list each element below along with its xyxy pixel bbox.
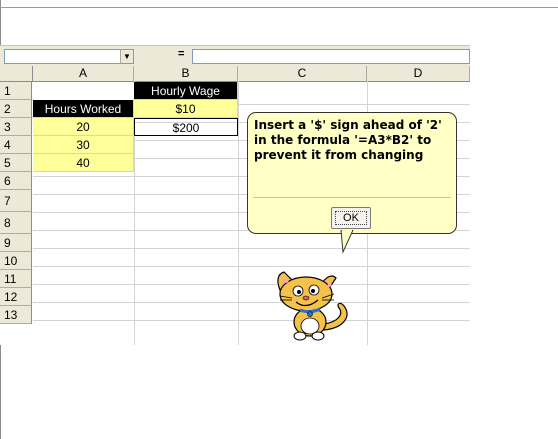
cell-a2[interactable]: Hours Worked [33,100,134,118]
row-header-7[interactable]: 7 [0,190,32,212]
cell-a3[interactable]: 20 [33,118,134,136]
ok-button[interactable]: OK [331,207,371,229]
row-header-8[interactable]: 8 [0,212,32,234]
formula-bar: ▼ = [0,45,470,67]
cell-b1[interactable]: Hourly Wage [134,82,238,100]
row-header-13[interactable]: 13 [0,306,32,324]
row-header-5[interactable]: 5 [0,154,32,172]
focus-ring [335,211,367,225]
formula-equals-label: = [178,48,185,60]
cell-a5[interactable]: 40 [33,154,134,172]
column-header-a[interactable]: A [33,66,134,81]
cell-b2[interactable]: $10 [134,100,238,118]
select-all-corner[interactable] [0,66,33,81]
grid-line [238,81,239,345]
grid-line [33,248,470,249]
formula-input[interactable] [192,49,470,64]
column-header-row: A B C D [0,66,470,82]
row-header-6[interactable]: 6 [0,172,32,190]
grid-line [33,284,470,285]
row-header-10[interactable]: 10 [0,252,32,270]
speech-bubble: Insert a '$' sign ahead of '2' in the fo… [247,112,457,234]
column-header-c[interactable]: C [238,66,367,81]
assistant-message: Insert a '$' sign ahead of '2' in the fo… [254,118,442,162]
assistant-callout: Insert a '$' sign ahead of '2' in the fo… [247,112,457,254]
grid-line [33,320,470,321]
grid-line [33,302,470,303]
callout-divider [253,197,451,198]
row-header-1[interactable]: 1 [0,82,32,100]
name-box[interactable]: ▼ [4,49,134,64]
row-header-11[interactable]: 11 [0,270,32,288]
row-header-12[interactable]: 12 [0,288,32,306]
row-header-2[interactable]: 2 [0,100,32,118]
cat-assistant-icon[interactable] [266,264,356,344]
column-header-b[interactable]: B [134,66,238,81]
toolbar-divider [0,7,558,8]
row-header-3[interactable]: 3 [0,118,32,136]
column-header-d[interactable]: D [367,66,470,81]
grid-line [33,266,470,267]
speech-bubble-tail-icon [340,230,354,254]
row-header-9[interactable]: 9 [0,234,32,252]
row-header-4[interactable]: 4 [0,136,32,154]
name-box-dropdown-icon[interactable]: ▼ [120,50,133,63]
cell-a4[interactable]: 30 [33,136,134,154]
cell-b3[interactable]: $200 [134,118,238,136]
